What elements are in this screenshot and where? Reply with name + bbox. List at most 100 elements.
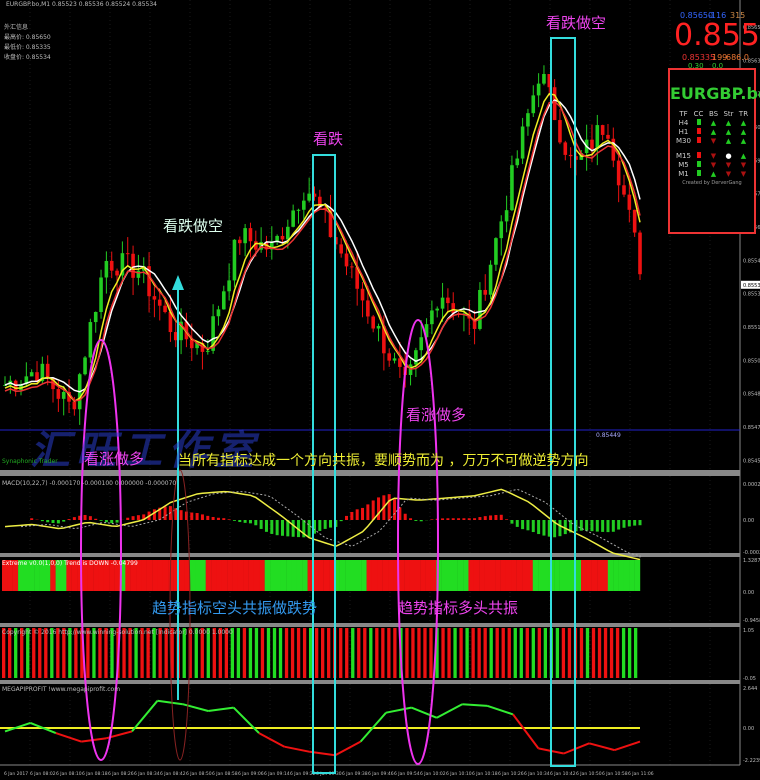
candle-body — [488, 264, 493, 295]
extreme-bar — [404, 560, 410, 591]
copyright-bar — [236, 628, 241, 678]
timeframe-label: M15 — [676, 151, 691, 160]
macd-histogram-bar — [40, 520, 44, 522]
extreme-bar — [146, 560, 153, 591]
info-line: 外汇信息 — [4, 24, 29, 31]
macd-histogram-bar — [104, 520, 108, 523]
extreme-bar — [286, 560, 292, 591]
info-line: 收盘价: 0.85534 — [4, 54, 51, 61]
annotation-sell-1: 看跌做空 — [163, 217, 224, 235]
macd-histogram-bar — [489, 515, 493, 520]
copyright-bar — [585, 628, 590, 678]
candle-body — [638, 232, 642, 275]
macd-histogram-bar — [371, 500, 375, 520]
timeframe-label: M1 — [678, 169, 689, 178]
extreme-bar — [463, 560, 469, 591]
copyright-bar — [417, 628, 421, 678]
price-tick-label: 0.85545 — [743, 258, 760, 264]
copyright-bar — [393, 628, 397, 678]
extreme-bar — [366, 560, 373, 591]
candle-body — [435, 308, 440, 311]
candle-body — [232, 239, 237, 281]
copyright-bar — [567, 628, 572, 678]
candle-body — [189, 339, 194, 349]
down-arrow-icon: ▼ — [725, 169, 732, 178]
copyright-bar — [465, 628, 469, 678]
megaprofit-label: MEGAPIPROFIT !www.megapiprofit.com — [2, 686, 121, 693]
macd-histogram-bar — [222, 518, 226, 520]
line-label: 0.85449 — [596, 432, 621, 439]
candle-body — [440, 297, 445, 309]
candle-body — [29, 372, 34, 377]
time-label: 6 Jan 10:18 — [472, 771, 498, 777]
copyright-bar — [260, 628, 265, 678]
copyright-bar — [308, 628, 313, 678]
macd-histogram-bar — [329, 520, 333, 528]
copyright-bar — [507, 628, 511, 678]
copyright-bar — [302, 628, 307, 678]
candle-body — [237, 239, 242, 244]
macd-histogram-bar — [601, 520, 605, 532]
extreme-bar — [200, 560, 206, 591]
copyright-bar — [254, 628, 259, 678]
cc-indicator — [696, 169, 701, 176]
candle-body — [600, 125, 605, 135]
macd-histogram-bar — [232, 520, 236, 521]
time-label: 6 Jan 08:18 — [82, 771, 108, 777]
candle-body — [387, 353, 392, 361]
extreme-bar — [227, 560, 233, 591]
macd-histogram-bar — [291, 520, 295, 537]
cc-indicator — [696, 118, 701, 125]
up-arrow-icon: ▲ — [710, 127, 717, 136]
macd-histogram-bar — [323, 520, 327, 529]
copyright-bar — [519, 628, 523, 678]
candle-body — [296, 209, 301, 211]
magenta-ellipse — [80, 339, 122, 761]
extreme-bar — [607, 560, 614, 591]
axis-label-extreme: 1.32872 — [743, 558, 760, 564]
macd-histogram-bar — [51, 520, 55, 524]
copyright-bar — [272, 628, 277, 678]
extreme-bar — [425, 560, 432, 591]
macd-histogram-bar — [457, 518, 461, 520]
copyright-bar — [327, 628, 331, 678]
macd-histogram-bar — [622, 520, 626, 528]
macd-histogram-bar — [339, 520, 343, 522]
time-label: 6 Jan 08:26 — [108, 771, 134, 777]
macd-histogram-bar — [414, 520, 418, 521]
extreme-bar — [586, 560, 592, 591]
macd-histogram-bar — [467, 518, 471, 520]
candle-body — [291, 210, 295, 227]
macd-histogram-bar — [115, 520, 119, 523]
up-arrow-icon: ▲ — [740, 127, 747, 136]
timeframe-label: H1 — [678, 127, 689, 136]
extreme-bar — [339, 560, 346, 591]
mega-line-segment — [258, 732, 285, 748]
macd-histogram-bar — [499, 514, 503, 520]
extreme-bar — [350, 560, 357, 591]
dashboard-row: H4 ▲ ▲ ▲ — [676, 118, 751, 127]
copyright-bar — [591, 628, 596, 678]
macd-histogram-bar — [627, 520, 631, 527]
mega-line-segment — [284, 745, 310, 753]
time-label: 6 Jan 08:42 — [160, 771, 186, 777]
macd-histogram-bar — [350, 511, 354, 520]
extreme-bar — [527, 560, 533, 591]
copyright-bar — [579, 628, 584, 678]
macd-histogram-bar — [94, 518, 98, 520]
candle-body — [494, 238, 498, 265]
candle-body — [136, 270, 141, 278]
price-chart[interactable]: 0.856500.856350.856200.856050.855900.855… — [0, 0, 760, 780]
copyright-bar — [375, 628, 379, 678]
extreme-bar — [280, 560, 287, 591]
copyright-bar — [633, 628, 638, 678]
up-arrow-icon: ▲ — [740, 118, 747, 127]
copyright-bar — [447, 628, 451, 678]
macd-histogram-bar — [56, 520, 60, 524]
macd-histogram-bar — [483, 516, 487, 520]
dashboard-row: M15 ▼ ● ▲ — [676, 151, 751, 160]
annotation-buy-2: 看涨做多 — [84, 450, 145, 468]
copyright-bar — [543, 628, 548, 678]
candle-body — [616, 160, 621, 186]
dashboard-header: CC — [693, 109, 704, 118]
